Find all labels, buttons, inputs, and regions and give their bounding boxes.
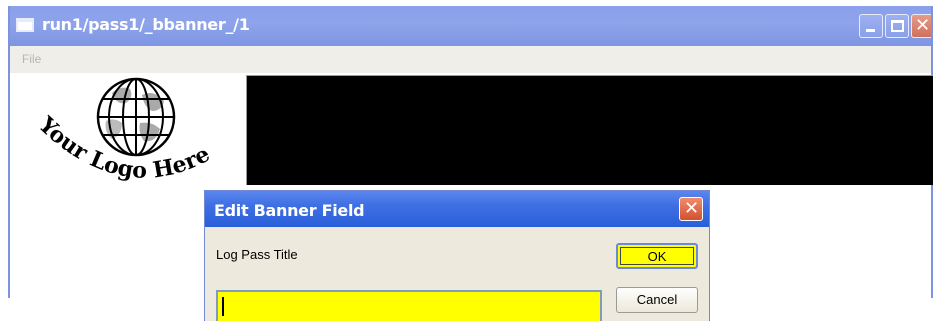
globe-icon: Your Logo Here	[33, 77, 214, 184]
close-button[interactable]: ✕	[911, 14, 931, 38]
close-icon: ✕	[915, 15, 931, 36]
title-bar[interactable]: run1/pass1/_bbanner_/1 ✕	[10, 6, 931, 46]
maximize-icon	[891, 20, 904, 32]
banner-field[interactable]	[246, 75, 933, 185]
minimize-button[interactable]	[859, 14, 883, 38]
dialog-title: Edit Banner Field	[214, 201, 365, 220]
menu-file[interactable]: File	[22, 52, 41, 66]
field-label: Log Pass Title	[216, 247, 298, 262]
dialog-title-bar[interactable]: Edit Banner Field ✕	[205, 191, 709, 227]
maximize-button[interactable]	[885, 14, 909, 38]
menu-bar: File	[10, 46, 931, 73]
cancel-button[interactable]: Cancel	[616, 287, 698, 313]
logo[interactable]: Your Logo Here	[20, 73, 252, 191]
close-icon: ✕	[684, 198, 700, 219]
window-icon	[16, 18, 34, 32]
log-pass-title-input[interactable]	[216, 290, 602, 321]
minimize-icon	[866, 29, 875, 32]
dialog-close-button[interactable]: ✕	[679, 197, 703, 221]
window-title: run1/pass1/_bbanner_/1	[42, 15, 250, 34]
edit-banner-dialog: Edit Banner Field ✕ Log Pass Title OK Ca…	[204, 190, 710, 321]
ok-button[interactable]: OK	[616, 243, 698, 269]
text-caret	[222, 297, 224, 316]
window-controls: ✕	[859, 14, 931, 38]
